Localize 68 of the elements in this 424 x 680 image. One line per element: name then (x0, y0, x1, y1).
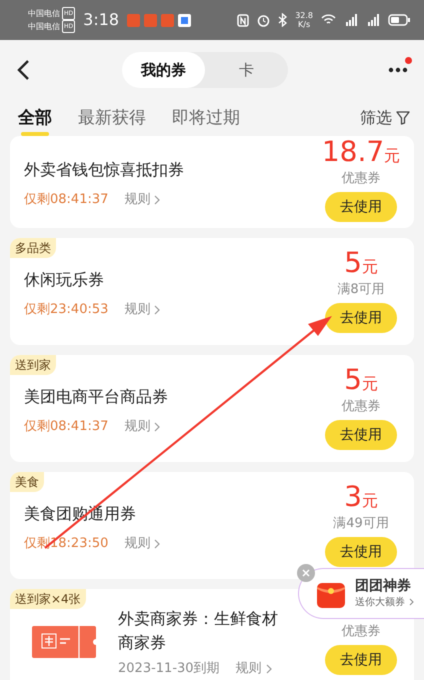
use-button[interactable]: 去使用 (325, 645, 397, 675)
category-tag: 美食 (10, 472, 44, 492)
chevron-right-icon (154, 422, 160, 432)
network-speed: 32.8 (295, 11, 313, 20)
coupon-title: 外卖商家券：生鲜食材商家券 (118, 608, 279, 654)
segment-tab[interactable]: 卡 (205, 52, 288, 88)
rules-link[interactable]: 规则 (124, 534, 160, 554)
app-notification-icon (127, 14, 140, 26)
promo-subtitle: 送你大额券 (355, 594, 414, 610)
ticket-icon (32, 626, 96, 658)
coupon-amount: 5元 (344, 366, 378, 398)
signal-icon (366, 14, 380, 26)
coupon-condition: 满8可用 (337, 281, 385, 298)
chevron-right-icon (154, 304, 160, 315)
category-tag: 送到家×4张 (10, 589, 86, 609)
use-button[interactable]: 去使用 (325, 420, 397, 450)
coupon-title: 外卖省钱包惊喜抵扣券 (24, 159, 184, 181)
use-button[interactable]: 去使用 (325, 537, 397, 567)
back-icon[interactable] (16, 59, 30, 81)
coupon-amount: 5元 (344, 249, 378, 281)
clock-time: 3:18 (83, 9, 120, 31)
use-button[interactable]: 去使用 (325, 192, 397, 222)
category-tag: 多品类 (10, 238, 56, 258)
category-tag: 送到家 (10, 355, 56, 375)
validity-text: 仅剩08:41:37 (24, 418, 108, 436)
filter-tab[interactable]: 最新获得 (78, 106, 146, 136)
coupon-amount: 18.7元 (322, 138, 400, 170)
nfc-icon (237, 14, 250, 26)
funnel-icon (396, 111, 410, 125)
chevron-right-icon (409, 598, 414, 606)
speed-unit: K/s (297, 20, 312, 29)
carrier-name: 中国电信 (28, 21, 60, 32)
coupon-condition: 优惠券 (342, 398, 380, 415)
filter-button[interactable]: 筛选 (360, 106, 410, 130)
signal-icon (344, 14, 358, 26)
coupon-title: 美团电商平台商品券 (24, 386, 168, 408)
rules-link[interactable]: 规则 (124, 190, 160, 210)
coupon-condition: 满49可用 (333, 515, 389, 532)
validity-text: 仅剩23:40:53 (24, 301, 108, 319)
filter-tab[interactable]: 即将过期 (172, 106, 240, 136)
chevron-right-icon (154, 194, 160, 205)
wifi-icon (321, 14, 336, 26)
app-notification-icon (144, 14, 158, 26)
carrier-name: 中国电信 (28, 8, 60, 19)
coupon-condition: 优惠券 (342, 170, 380, 187)
rules-link[interactable]: 规则 (124, 417, 160, 436)
validity-text: 仅剩18:23:50 (24, 535, 108, 553)
battery-icon (388, 14, 410, 26)
more-icon[interactable] (388, 67, 408, 73)
coupon-title: 休闲玩乐券 (24, 269, 105, 291)
coupon-condition: 优惠券 (342, 623, 380, 640)
chevron-right-icon (154, 538, 160, 549)
coupon-amount: 3元 (344, 483, 378, 515)
rules-link[interactable]: 规则 (236, 659, 272, 678)
bluetooth-icon (278, 13, 288, 27)
alarm-icon (257, 14, 270, 26)
chevron-right-icon (266, 664, 272, 674)
app-notification-icon (161, 14, 174, 26)
close-icon (302, 569, 310, 577)
validity-text: 2023-11-30到期 (118, 660, 220, 678)
validity-text: 仅剩08:41:37 (24, 191, 108, 209)
promo-title: 团团神券 (355, 578, 412, 594)
rules-link[interactable]: 规则 (124, 300, 160, 320)
use-button[interactable]: 去使用 (325, 303, 397, 333)
promo-banner[interactable]: 团团神券 送你大额券 (298, 568, 424, 619)
app-notification-icon (178, 14, 192, 26)
filter-tab[interactable]: 全部 (18, 106, 52, 136)
segment-tab[interactable]: 我的券 (122, 52, 205, 88)
